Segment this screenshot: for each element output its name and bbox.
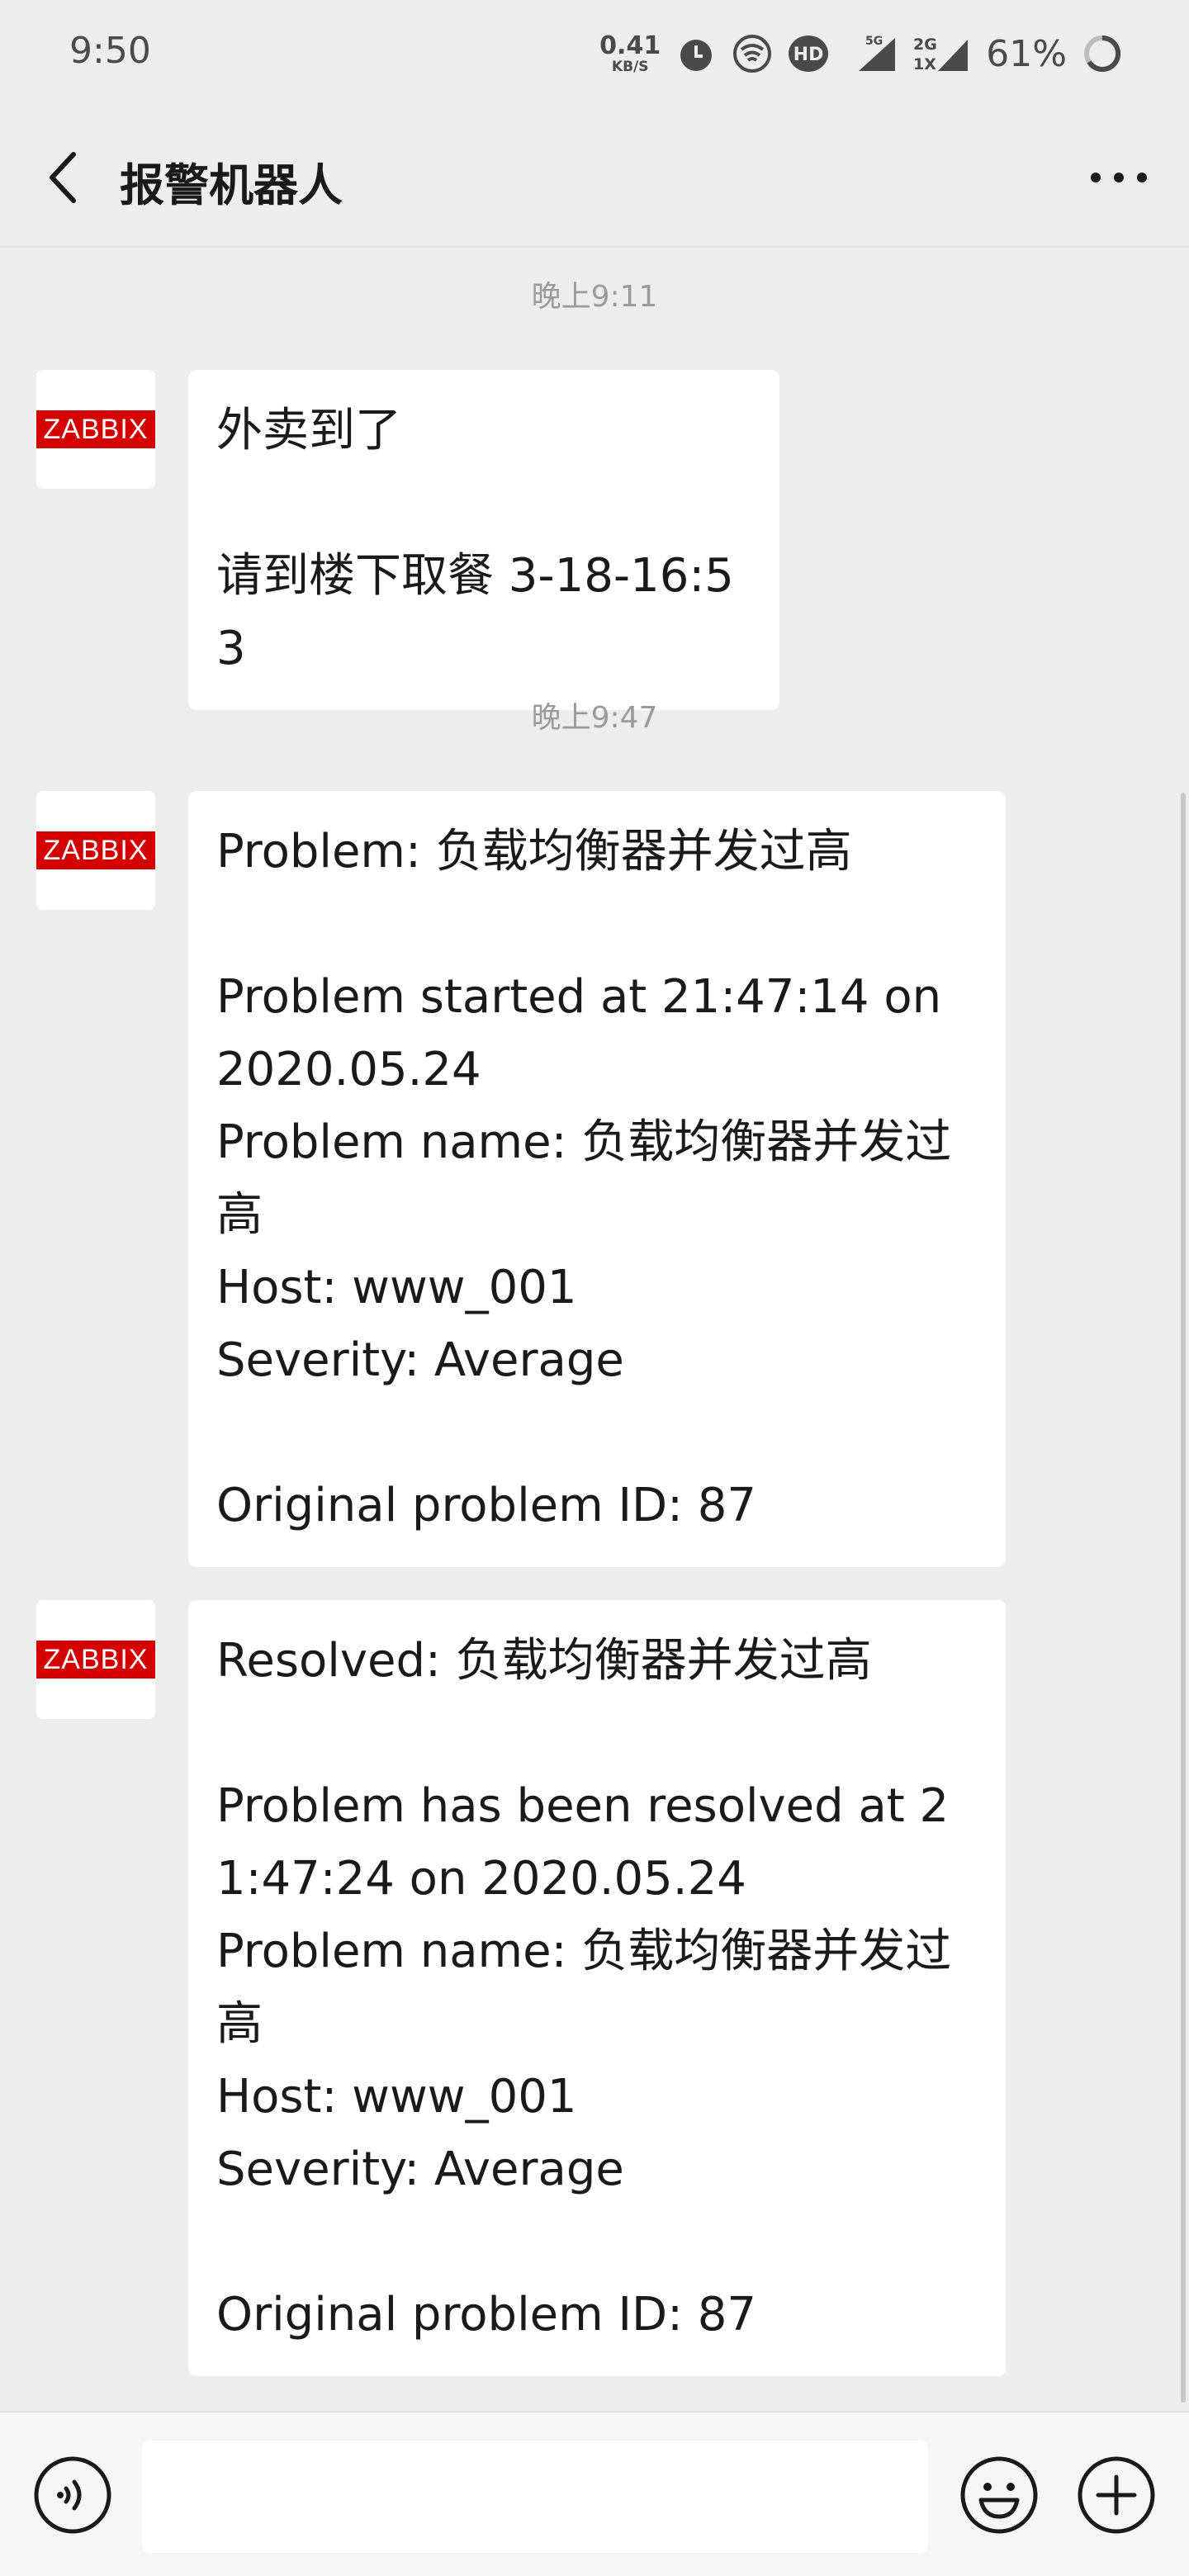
wifi-icon <box>732 33 773 74</box>
hd-badge-text: HD <box>793 45 824 65</box>
input-bar <box>0 2411 1189 2576</box>
back-button[interactable] <box>33 144 91 211</box>
message-bubble[interactable]: 外卖到了 请到楼下取餐 3-18-16:53 <box>188 370 779 710</box>
net-speed: 0.41 KB/S <box>599 31 661 75</box>
zabbix-logo: ZABBIX <box>36 831 155 869</box>
net-speed-value: 0.41 <box>599 31 661 60</box>
battery-percent: 61% <box>986 32 1067 75</box>
battery-icon <box>1082 33 1123 74</box>
status-time: 9:50 <box>69 30 151 72</box>
title-bar: 报警机器人 <box>0 107 1189 248</box>
message-input[interactable] <box>142 2441 928 2553</box>
status-icons: 0.41 KB/S HD 5G 2G 1X 61% <box>599 25 1123 83</box>
hd-icon: HD <box>788 33 832 74</box>
chat-area[interactable]: 晚上9:11 ZABBIX 外卖到了 请到楼下取餐 3-18-16:53 晚上9… <box>0 248 1189 2411</box>
network-5g-label: 5G <box>865 35 883 48</box>
chevron-left-icon <box>50 152 76 203</box>
chat-scrollbar[interactable] <box>1181 793 1186 2403</box>
voice-icon <box>34 2456 111 2534</box>
status-bar: 9:50 0.41 KB/S HD 5G 2G 1X 61% <box>0 0 1189 107</box>
net-speed-unit: KB/S <box>611 58 649 75</box>
sender-avatar[interactable]: ZABBIX <box>36 791 155 910</box>
message-bubble[interactable]: Problem: 负载均衡器并发过高 Problem started at 21… <box>188 791 1006 1567</box>
plus-button[interactable] <box>1077 2455 1156 2535</box>
emoji-icon <box>960 2456 1038 2534</box>
network-1x-label: 1X <box>913 55 936 73</box>
more-dots-icon <box>1091 173 1147 182</box>
message-timestamp: 晚上9:47 <box>531 701 658 735</box>
more-button[interactable] <box>1082 157 1156 198</box>
sender-avatar[interactable]: ZABBIX <box>36 370 155 489</box>
zabbix-logo: ZABBIX <box>36 1641 155 1679</box>
page-title: 报警机器人 <box>120 159 343 211</box>
emoji-button[interactable] <box>959 2455 1039 2535</box>
message-timestamp: 晚上9:11 <box>531 280 658 314</box>
message-bubble[interactable]: Resolved: 负载均衡器并发过高 Problem has been res… <box>188 1600 1006 2376</box>
signal-2g-icon: 2G 1X <box>913 33 971 74</box>
voice-button[interactable] <box>33 2455 112 2535</box>
zabbix-logo: ZABBIX <box>36 410 155 448</box>
sender-avatar[interactable]: ZABBIX <box>36 1600 155 1719</box>
signal-5g-icon: 5G <box>847 33 898 74</box>
network-2g-label: 2G <box>913 36 937 54</box>
plus-icon <box>1078 2456 1155 2534</box>
alarm-icon <box>675 33 717 74</box>
